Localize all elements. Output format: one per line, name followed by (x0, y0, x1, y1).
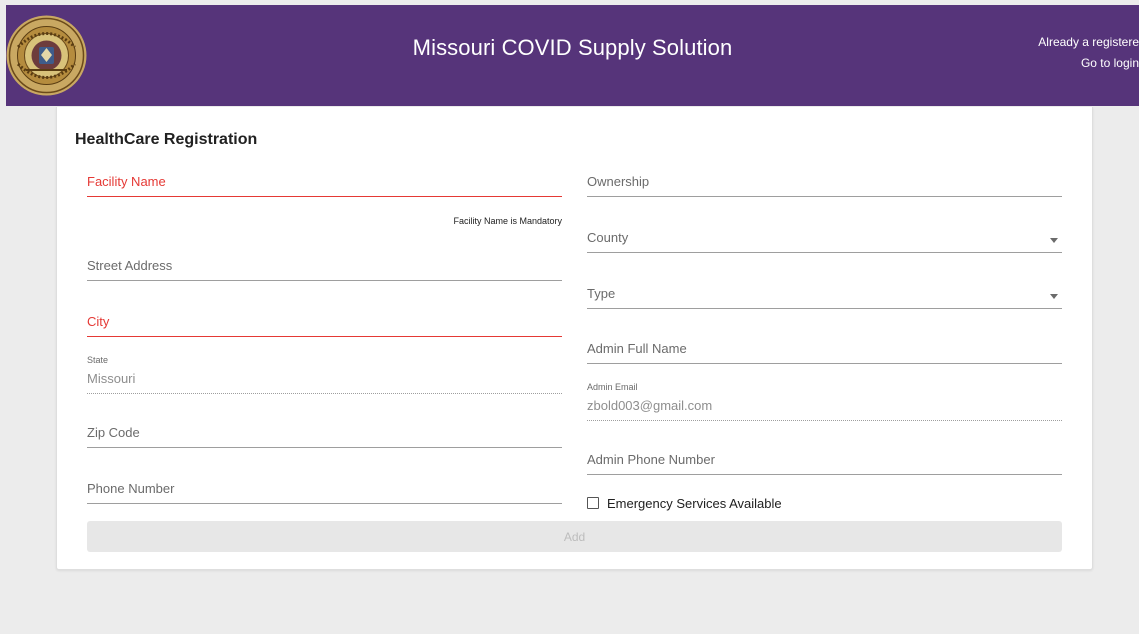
app-header: Missouri COVID Supply Solution Already a… (6, 5, 1139, 106)
type-select[interactable]: Type (587, 283, 1062, 309)
city-field[interactable]: City (87, 311, 562, 337)
type-underline (587, 308, 1062, 309)
type-dropdown-arrow-icon (1050, 294, 1058, 299)
admin-phone-label: Admin Phone Number (587, 452, 715, 467)
state-field: State Missouri (87, 355, 562, 394)
admin-phone-field[interactable]: Admin Phone Number (587, 449, 1062, 475)
zip-code-field[interactable]: Zip Code (87, 422, 562, 448)
facility-name-label: Facility Name (87, 174, 166, 189)
city-label: City (87, 314, 110, 329)
ownership-label: Ownership (587, 174, 650, 189)
admin-email-underline (587, 420, 1062, 421)
ownership-underline (587, 196, 1062, 197)
admin-full-name-underline (587, 363, 1062, 364)
admin-email-label: Admin Email (587, 382, 638, 392)
county-dropdown-arrow-icon (1050, 238, 1058, 243)
state-label: State (87, 355, 109, 365)
admin-email-field: Admin Email zbold003@gmail.com (587, 382, 1062, 421)
app-title: Missouri COVID Supply Solution (412, 35, 733, 60)
facility-name-error: Facility Name is Mandatory (453, 216, 562, 226)
login-prompt: Already a registere Go to login (1038, 32, 1139, 74)
zip-code-label: Zip Code (87, 425, 140, 440)
facility-name-underline (87, 196, 562, 197)
street-address-field[interactable]: Street Address (87, 255, 562, 281)
phone-number-label: Phone Number (87, 481, 175, 496)
registered-prompt-text: Already a registere (1038, 35, 1139, 49)
form-title: HealthCare Registration (75, 131, 258, 148)
go-to-login-link[interactable]: Go to login (1038, 53, 1139, 74)
zip-code-underline (87, 447, 562, 448)
street-address-underline (87, 280, 562, 281)
admin-phone-underline (587, 474, 1062, 475)
facility-name-field[interactable]: Facility Name (87, 171, 562, 197)
emergency-services-checkbox[interactable] (587, 497, 599, 509)
ownership-field[interactable]: Ownership (587, 171, 1062, 197)
street-address-label: Street Address (87, 258, 173, 273)
add-button[interactable]: Add (87, 521, 1062, 552)
type-label: Type (587, 286, 616, 301)
city-underline (87, 336, 562, 337)
phone-number-field[interactable]: Phone Number (87, 478, 562, 504)
county-select[interactable]: County (587, 227, 1062, 253)
county-underline (587, 252, 1062, 253)
emergency-services-option[interactable]: Emergency Services Available (587, 495, 782, 511)
state-underline (87, 393, 562, 394)
state-value: Missouri (87, 371, 136, 386)
admin-full-name-field[interactable]: Admin Full Name (587, 338, 1062, 364)
phone-number-underline (87, 503, 562, 504)
emergency-services-label: Emergency Services Available (607, 495, 782, 511)
county-label: County (587, 230, 629, 245)
registration-card: HealthCare Registration Facility Name Fa… (56, 107, 1093, 570)
admin-email-value: zbold003@gmail.com (587, 398, 713, 413)
admin-full-name-label: Admin Full Name (587, 341, 687, 356)
